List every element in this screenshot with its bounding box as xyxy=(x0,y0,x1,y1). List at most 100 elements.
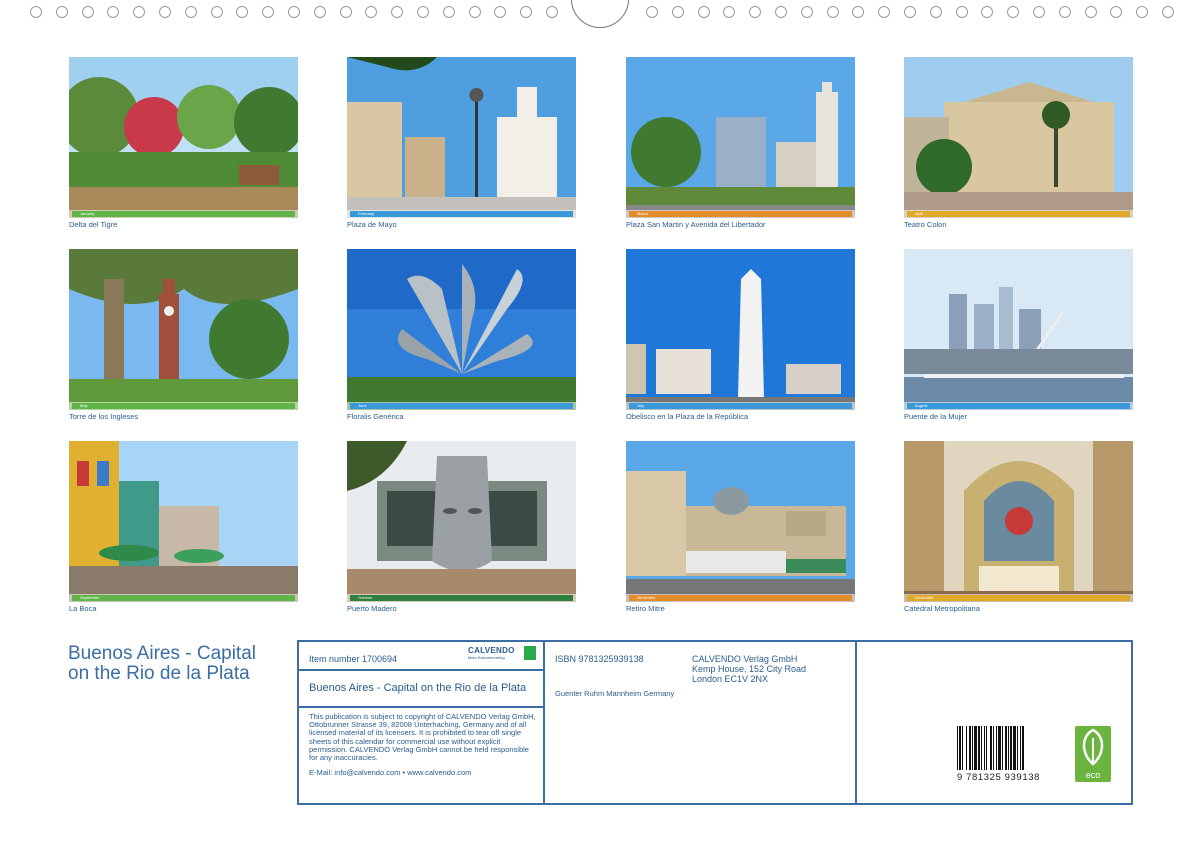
calendar-strip: September xyxy=(69,594,298,602)
binding-ring xyxy=(262,6,275,18)
photo-caption: Plaza de Mayo xyxy=(347,220,397,229)
binding-ring xyxy=(775,6,787,18)
product-title: Buenos Aires - Capital on the Rio de la … xyxy=(309,682,527,694)
calendar-strip: March xyxy=(626,210,855,218)
calendar-strip-bar: October xyxy=(350,595,573,601)
photo-caption: Plaza San Martin y Avenida del Libertado… xyxy=(626,220,766,229)
month-label: February xyxy=(358,211,375,216)
binding-ring xyxy=(236,6,249,18)
photo-tigre xyxy=(69,57,298,218)
binding-ring xyxy=(1084,6,1097,18)
publisher-city: London EC1V 2NX xyxy=(692,674,769,684)
calendar-strip: August xyxy=(904,402,1133,410)
binding-ring xyxy=(1007,6,1020,18)
binding-ring xyxy=(904,6,916,18)
photo-colon xyxy=(904,57,1133,218)
calendar-strip: January xyxy=(69,210,298,218)
binding-ring xyxy=(1058,6,1071,18)
calendar-title: Buenos Aires - Capital on the Rio de la … xyxy=(68,643,256,684)
binding-ring xyxy=(288,6,300,18)
photo-catedral xyxy=(904,441,1133,602)
photo-sanmartin xyxy=(626,57,855,218)
binding-ring xyxy=(800,6,813,18)
binding-ring xyxy=(671,6,684,18)
photo-torre xyxy=(69,249,298,410)
month-label: May xyxy=(80,403,88,408)
binding-ring xyxy=(749,6,762,18)
calendar-strip: July xyxy=(626,402,855,410)
calendar-strip-bar: January xyxy=(72,211,295,217)
binding-ring xyxy=(184,6,197,18)
panel-divider xyxy=(299,706,543,708)
publisher-name: CALVENDO Verlag GmbH xyxy=(692,654,798,664)
photo-caption: Puerto Madero xyxy=(347,604,397,613)
binding-ring xyxy=(159,6,171,18)
calendar-strip-bar: February xyxy=(350,211,573,217)
calendar-strip-bar: June xyxy=(350,403,573,409)
binding-ring xyxy=(826,6,839,18)
barcode: 9 781325 939138 xyxy=(957,726,1053,783)
publisher-address: CALVENDO Verlag GmbH Kemp House, 152 Cit… xyxy=(692,654,806,684)
month-label: October xyxy=(358,595,373,600)
binding-ring xyxy=(55,6,68,18)
panel-divider xyxy=(855,642,857,803)
photo-caption: La Boca xyxy=(69,604,97,613)
calvendo-logo: CALVENDO Mein Kalenderverlag xyxy=(468,646,536,664)
photo-floralis xyxy=(347,249,576,410)
photo-caption: Teatro Colon xyxy=(904,220,947,229)
month-label: November xyxy=(637,595,656,600)
binding-ring xyxy=(210,6,223,18)
month-photo: January xyxy=(69,57,298,218)
month-photo: June xyxy=(347,249,576,410)
calendar-strip: April xyxy=(904,210,1133,218)
binding-ring xyxy=(391,6,404,18)
binding-ring xyxy=(365,6,378,18)
month-label: August xyxy=(915,403,928,408)
panel-divider xyxy=(543,642,545,803)
month-photo: April xyxy=(904,57,1133,218)
calendar-strip: December xyxy=(904,594,1133,602)
month-photo: May xyxy=(69,249,298,410)
month-photo: September xyxy=(69,441,298,602)
photo-caption: Obelisco en la Plaza de la República xyxy=(626,412,749,421)
month-photo: March xyxy=(626,57,855,218)
month-label: June xyxy=(358,403,367,408)
binding-ring xyxy=(878,6,891,18)
publisher-street: Kemp House, 152 City Road xyxy=(692,664,807,674)
month-photo: July xyxy=(626,249,855,410)
month-label: April xyxy=(915,211,924,216)
barcode-bars xyxy=(957,726,1025,770)
binding-ring xyxy=(494,6,507,18)
binding-ring xyxy=(646,6,658,18)
eco-badge: eco xyxy=(1075,726,1111,782)
calendar-strip: May xyxy=(69,402,298,410)
binding-ring xyxy=(468,6,481,18)
binding-ring xyxy=(442,6,455,18)
month-photo: February xyxy=(347,57,576,218)
photo-mayo xyxy=(347,57,576,218)
calendar-strip-bar: August xyxy=(907,403,1130,409)
calendar-strip-bar: May xyxy=(72,403,295,409)
photo-caption: Retiro Mitre xyxy=(626,604,665,613)
photo-caption: Puente de la Mujer xyxy=(904,412,967,421)
month-label: January xyxy=(80,211,95,216)
binding-ring xyxy=(1033,6,1045,18)
photo-retiro xyxy=(626,441,855,602)
photo-boca xyxy=(69,441,298,602)
binding-ring xyxy=(133,6,146,18)
month-photo: November xyxy=(626,441,855,602)
calendar-strip: October xyxy=(347,594,576,602)
eco-label: eco xyxy=(1085,770,1101,780)
calendar-strip-bar: November xyxy=(629,595,852,601)
barcode-bar xyxy=(1024,726,1025,770)
binding-ring xyxy=(313,6,326,18)
calendar-strip: February xyxy=(347,210,576,218)
binding-ring xyxy=(723,6,736,18)
binding-ring xyxy=(1162,6,1174,18)
binding-ring xyxy=(520,6,533,18)
month-label: December xyxy=(915,595,934,600)
photo-madero xyxy=(347,441,576,602)
photo-obelisco xyxy=(626,249,855,410)
calendar-strip: June xyxy=(347,402,576,410)
author: Guenter Ruhm Mannheim Germany xyxy=(555,689,675,698)
